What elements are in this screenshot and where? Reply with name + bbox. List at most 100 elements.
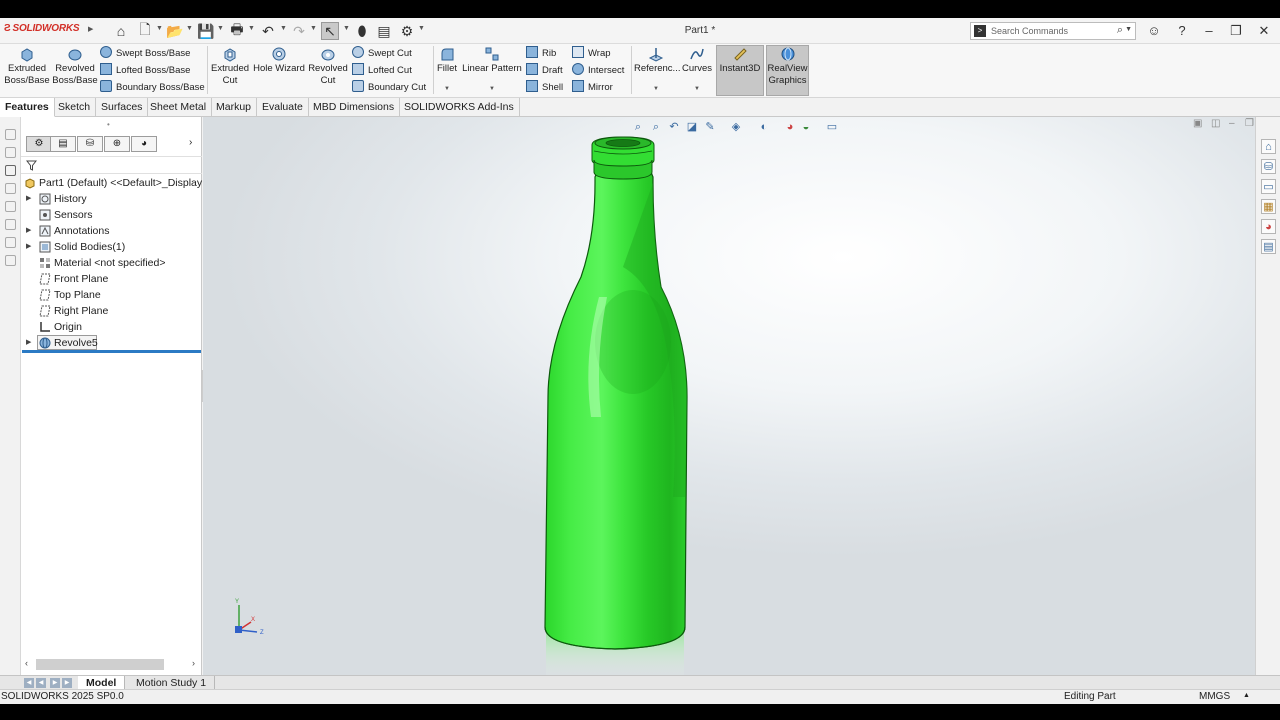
rib-button[interactable]: Rib [526,46,556,62]
search-dropdown-icon[interactable]: ▼ [1125,26,1132,33]
expand-arrow-icon[interactable]: ▶ [26,239,31,255]
fillet-dropdown-icon[interactable]: ▼ [444,86,450,92]
scroll-thumb[interactable] [36,659,164,670]
minimize-icon[interactable]: – [1199,22,1219,40]
solidworks-resources-home-icon[interactable]: ⌂ [1261,139,1276,154]
hole-wizard-button[interactable]: Hole Wizard [253,46,305,75]
extruded-cut-button[interactable]: Extruded Cut [209,46,251,87]
tab-motion-study[interactable]: Motion Study 1 [128,676,216,690]
feature-manager-tab-icon[interactable]: ⚙ [26,136,52,152]
property-manager-tab-icon[interactable]: ▤ [50,136,76,152]
curves-dropdown-icon[interactable]: ▼ [694,86,700,92]
appearances-scenes-icon[interactable]: ◕ [1261,219,1276,234]
curves-button[interactable]: Curves [681,46,713,75]
expand-arrow-icon[interactable]: ▶ [26,191,31,207]
tab-mbd-dimensions[interactable]: MBD Dimensions [308,98,401,117]
search-icon[interactable]: ⌕ [1117,24,1123,37]
home-icon[interactable]: ⌂ [112,22,130,40]
scroll-left-icon[interactable]: ‹ [25,658,28,668]
expand-arrow-icon[interactable]: ▶ [26,223,31,239]
redo-icon[interactable]: ↷ [290,22,308,40]
solidworks-logo[interactable]: Ƨ SOLIDWORKS [4,23,80,34]
options-gear-icon[interactable]: ⚙ [398,22,416,40]
display-manager-tab-icon[interactable]: ◕ [131,136,157,152]
bottle-model[interactable] [203,117,1255,677]
help-icon[interactable]: ? [1172,22,1192,40]
search-commands-input[interactable]: > Search Commands ⌕ ▼ [970,22,1136,40]
options-dropdown-icon[interactable]: ▼ [418,25,425,32]
next-tab-icon[interactable]: ▶ [50,678,60,688]
panel-tabs-more-icon[interactable]: › [189,137,192,148]
unit-system-selector[interactable]: MMGS [1199,691,1230,702]
lofted-cut-button[interactable]: Lofted Cut [352,63,412,79]
units-dropdown-icon[interactable]: ▲ [1243,692,1250,699]
graphics-area[interactable]: ⌕ ⌕ ↶ ◪ ✎ ◈ ◐ ◕ ◒ ▭ ▣ ◫ – ❐ ✕ [203,117,1255,677]
wrap-button[interactable]: Wrap [572,46,611,62]
close-icon[interactable]: ✕ [1254,22,1274,40]
intersect-button[interactable]: Intersect [572,63,624,79]
realview-graphics-button[interactable]: RealView Graphics [766,46,809,87]
undo-dropdown-icon[interactable]: ▼ [280,25,287,32]
select-pointer-icon[interactable]: ↖ [321,22,339,40]
strip-tool-icon[interactable] [5,129,16,140]
shell-button[interactable]: Shell [526,80,563,96]
undo-icon[interactable]: ↶ [259,22,277,40]
first-tab-icon[interactable]: ◀ [24,678,34,688]
menu-expand-icon[interactable]: ▶ [88,25,93,33]
tab-evaluate[interactable]: Evaluate [257,98,309,117]
prev-tab-icon[interactable]: ◀ [36,678,46,688]
pattern-dropdown-icon[interactable]: ▼ [489,86,495,92]
view-palette-icon[interactable]: ▦ [1261,199,1276,214]
revolved-cut-button[interactable]: Revolved Cut [307,46,349,87]
save-icon[interactable]: 💾 [197,22,215,40]
lofted-boss-button[interactable]: Lofted Boss/Base [100,63,190,79]
user-account-icon[interactable]: ☺ [1144,22,1164,40]
reference-geometry-button[interactable]: Referenc... [634,46,680,75]
tab-features[interactable]: Features [0,98,55,117]
boundary-cut-button[interactable]: Boundary Cut [352,80,426,96]
mirror-button[interactable]: Mirror [572,80,613,96]
open-icon[interactable]: 📂 [166,22,184,40]
strip-tool-icon[interactable] [5,237,16,248]
strip-tool-icon[interactable] [5,219,16,230]
tab-markup[interactable]: Markup [211,98,258,117]
linear-pattern-button[interactable]: Linear Pattern [462,46,522,75]
dimxpert-tab-icon[interactable]: ⊕ [104,136,130,152]
draft-button[interactable]: Draft [526,63,563,79]
strip-tool-icon[interactable] [5,201,16,212]
filter-icon[interactable] [26,160,37,171]
panel-pin-icon[interactable]: • [107,120,110,129]
last-tab-icon[interactable]: ▶ [62,678,72,688]
tree-horizontal-scrollbar[interactable]: ‹ › [23,658,200,671]
rebuild-icon[interactable]: ⬮ [353,22,371,40]
select-dropdown-icon[interactable]: ▼ [343,25,350,32]
configuration-manager-tab-icon[interactable]: ⛁ [77,136,103,152]
design-library-icon[interactable]: ⛁ [1261,159,1276,174]
strip-tool-icon[interactable] [5,165,16,176]
redo-dropdown-icon[interactable]: ▼ [310,25,317,32]
file-properties-icon[interactable]: ▤ [375,22,393,40]
boundary-boss-button[interactable]: Boundary Boss/Base [100,80,205,96]
restore-icon[interactable]: ❐ [1226,22,1246,40]
open-dropdown-icon[interactable]: ▼ [186,25,193,32]
print-icon[interactable]: 🖶 [228,21,246,40]
tab-solidworks-addins[interactable]: SOLIDWORKS Add-Ins [399,98,520,117]
fillet-button[interactable]: Fillet [435,46,459,75]
swept-cut-button[interactable]: Swept Cut [352,46,412,62]
rollback-bar[interactable] [22,350,201,353]
revolved-boss-button[interactable]: Revolved Boss/Base [52,46,98,87]
custom-properties-icon[interactable]: ▤ [1261,239,1276,254]
strip-tool-icon[interactable] [5,183,16,194]
new-dropdown-icon[interactable]: ▼ [156,25,163,32]
swept-boss-button[interactable]: Swept Boss/Base [100,46,190,62]
tab-sketch[interactable]: Sketch [53,98,97,117]
save-dropdown-icon[interactable]: ▼ [217,25,224,32]
strip-tool-icon[interactable] [5,147,16,158]
tab-model[interactable]: Model [78,676,126,690]
extruded-boss-button[interactable]: Extruded Boss/Base [4,46,50,87]
instant3d-button[interactable]: Instant3D [716,46,764,75]
new-document-icon[interactable]: 🗋 [136,21,154,40]
scroll-right-icon[interactable]: › [192,658,195,668]
tab-sheet-metal[interactable]: Sheet Metal [145,98,213,117]
file-explorer-icon[interactable]: ▭ [1261,179,1276,194]
